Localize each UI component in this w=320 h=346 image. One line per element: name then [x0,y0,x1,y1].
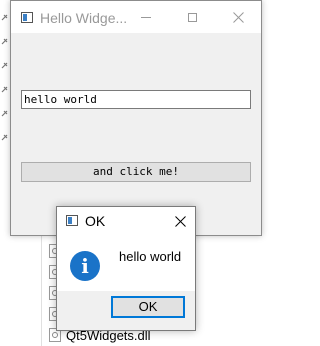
message-titlebar[interactable]: OK [57,207,195,235]
text-input[interactable]: hello world [21,90,251,109]
maximize-icon [187,12,197,22]
pin-icon [1,38,8,45]
pin-icon [1,110,8,117]
message-box: OK i hello world OK [56,206,196,331]
close-icon [174,215,186,227]
message-text: hello world [119,249,182,264]
close-button[interactable] [215,1,261,33]
minimize-button[interactable] [123,1,169,33]
info-icon: i [70,251,100,281]
click-me-button[interactable]: and click me! [21,162,251,182]
app-window-icon [21,12,33,23]
message-title: OK [85,213,106,229]
maximize-button[interactable] [169,1,215,33]
window-title: Hello Widge... [40,10,128,26]
main-titlebar[interactable]: Hello Widge... [11,1,261,33]
close-icon [232,11,244,23]
app-window-icon [66,215,78,226]
explorer-divider [41,236,42,346]
message-body: i hello world [57,235,195,291]
pin-icon [1,14,8,21]
pin-icon [1,134,8,141]
message-close-button[interactable] [165,207,195,235]
ok-button[interactable]: OK [111,296,185,318]
main-window: Hello Widge... hello world and click me! [10,0,262,236]
pin-icon [1,86,8,93]
pin-icon [1,62,8,69]
minimize-icon [141,16,151,18]
